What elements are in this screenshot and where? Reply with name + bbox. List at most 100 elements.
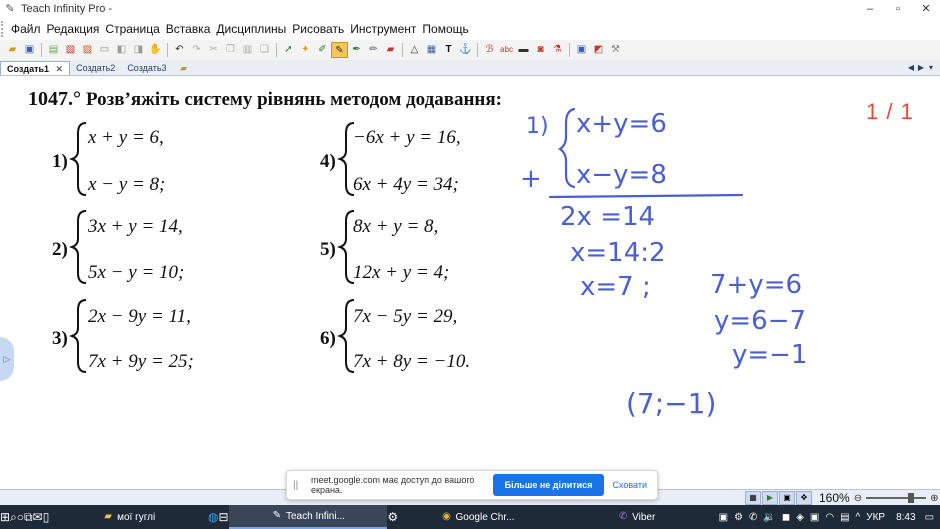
clock[interactable]: 8:43 xyxy=(896,512,915,523)
teach-infinity-window: ✎ Teach Infinity Pro - – ▫ ✕ Файл Редакц… xyxy=(0,0,940,529)
ink-brace xyxy=(558,107,576,189)
mail-icon[interactable]: ✉ xyxy=(33,505,43,529)
taskbar-app-viber[interactable]: ✆ Viber xyxy=(557,505,716,529)
edge-icon[interactable]: ◍ xyxy=(208,505,218,529)
chrome-icon: ◉ xyxy=(442,511,451,522)
exercise-number: 1047.° xyxy=(28,88,81,110)
tray-app-icon[interactable]: ▣ xyxy=(719,512,728,523)
taskbar-app-label: Viber xyxy=(632,511,656,523)
equation: 7x + 8y = −10. xyxy=(353,351,470,372)
system-brace xyxy=(336,299,355,373)
zoom-in-icon[interactable]: ⊕ xyxy=(930,493,938,504)
gear-app-icon[interactable]: ⚙ xyxy=(387,505,398,529)
minimize-button[interactable]: – xyxy=(856,0,884,18)
tab-list-icon[interactable]: ▾ xyxy=(926,61,936,75)
zoom-slider[interactable] xyxy=(866,493,927,503)
tab-navigation: ◀ ▶ ▾ xyxy=(906,61,940,75)
wifi-icon[interactable]: ◠ xyxy=(825,512,834,523)
stop-sharing-button[interactable]: Більше не ділитися xyxy=(492,474,605,496)
folder-icon: ▰ xyxy=(104,511,112,522)
equation: x − y = 8; xyxy=(87,174,165,195)
tray-settings-icon[interactable]: ⚙ xyxy=(734,512,743,523)
ink-x-value: x=7 ; xyxy=(580,272,651,302)
tray-app-icon[interactable]: ◈ xyxy=(796,512,804,523)
maximize-button[interactable]: ▫ xyxy=(884,0,912,18)
zoom-out-icon[interactable]: ⊖ xyxy=(854,493,862,504)
task-view-icon[interactable]: ⧉ xyxy=(24,505,33,529)
screen-recorder-icon[interactable]: ◙ xyxy=(532,42,549,58)
tray-app-icon[interactable]: ◼ xyxy=(782,512,790,523)
system-brace xyxy=(336,210,355,284)
flask-icon[interactable]: ⚗ xyxy=(549,42,566,58)
equation: 3x + y = 14, xyxy=(87,216,183,237)
notepad-icon[interactable]: ▯ xyxy=(43,505,50,529)
problem-number: 5) xyxy=(320,239,336,260)
tray-viber-icon[interactable]: ✆ xyxy=(749,512,757,523)
settings-tool-icon[interactable]: ⚒ xyxy=(607,42,624,58)
windows-start-icon[interactable]: ⊞ xyxy=(0,505,10,529)
page-counter: 1 / 1 xyxy=(866,99,914,124)
fullscreen-icon[interactable]: ✥ xyxy=(796,491,812,505)
ink-answer: (7;−1) xyxy=(626,387,716,420)
zoom-level: 160% xyxy=(819,491,850,505)
screenshot-icon[interactable]: ▣ xyxy=(573,42,590,58)
ink-sum-underline xyxy=(548,193,744,199)
ink-equation: x+y=6 xyxy=(576,109,667,139)
equation: 5x − y = 10; xyxy=(88,262,184,283)
fit-page-icon[interactable]: ▣ xyxy=(779,491,795,505)
view-thumbnails-icon[interactable]: ▦ xyxy=(745,491,761,505)
screen-share-notification: || meet.google.com має доступ до вашого … xyxy=(286,470,658,500)
search-icon[interactable]: ⌕ xyxy=(10,505,17,529)
cortana-icon[interactable]: ○ xyxy=(17,505,24,529)
language-indicator[interactable]: УКР xyxy=(866,512,885,523)
ink-division: x=14:2 xyxy=(570,238,666,268)
system-tray: ▣ ⚙ ✆ 🔉 ◼ ◈ ▣ ◠ ▤ ^ УКР 8:43 ▭ xyxy=(716,512,940,523)
equation: 7x + 9y = 25; xyxy=(88,351,194,372)
ink-sum-line: 2x =14 xyxy=(560,202,655,232)
taskbar-app-label: Google Chr... xyxy=(455,511,515,523)
equation: 2x − 9y = 11, xyxy=(88,306,191,327)
textbook-excerpt: 1047.° Розв’яжіть систему рівнянь методо… xyxy=(0,0,520,389)
equation: 6x + 4y = 34; xyxy=(353,174,459,195)
volume-icon[interactable]: 🔉 xyxy=(763,512,775,523)
taskbar-app-label: Teach Infini... xyxy=(286,510,345,522)
equation: x + y = 6, xyxy=(87,127,164,148)
exercise-instruction: Розв’яжіть систему рівнянь методом додав… xyxy=(86,89,502,110)
store-icon[interactable]: ⊟ xyxy=(219,505,229,529)
ink-plus-sign: + xyxy=(520,164,542,194)
viber-icon: ✆ xyxy=(618,511,628,522)
equation: 8x + y = 8, xyxy=(353,216,438,237)
ink-label: 1) xyxy=(526,114,549,139)
tray-app-icon[interactable]: ▣ xyxy=(810,512,819,523)
system-brace xyxy=(68,122,87,196)
zoom-slider-thumb[interactable] xyxy=(908,493,915,503)
tab-scroll-right-icon[interactable]: ▶ xyxy=(916,61,926,75)
taskbar-app-folder[interactable]: ▰ мої гуглі xyxy=(49,505,208,529)
problem-number: 6) xyxy=(320,328,336,349)
hide-button[interactable]: Сховати xyxy=(612,480,647,490)
play-icon[interactable]: ▶ xyxy=(762,491,778,505)
equation: 12x + y = 4; xyxy=(353,262,449,283)
drag-handle-icon[interactable]: || xyxy=(293,480,303,491)
system-brace xyxy=(68,210,87,284)
close-button[interactable]: ✕ xyxy=(912,0,940,18)
equation: −6x + y = 16, xyxy=(353,127,461,148)
textbook-svg: 1047.° Розв’яжіть систему рівнянь методо… xyxy=(28,88,502,373)
ink-y-value: y=−1 xyxy=(732,340,808,370)
teach-infinity-icon: ✎ xyxy=(272,510,282,521)
screen-capture-icon[interactable]: ◩ xyxy=(590,42,607,58)
notifications-icon[interactable]: ▭ xyxy=(925,512,934,523)
handwritten-solution: 1) x+y=6 + x−y=8 2x =14 x=14:2 x=7 ; 7+y… xyxy=(510,95,860,435)
share-message: meet.google.com має доступ до вашого екр… xyxy=(311,475,475,495)
show-hidden-icons-icon[interactable]: ^ xyxy=(856,512,861,523)
ink-equation: x−y=8 xyxy=(576,160,667,190)
taskbar-app-label: мої гуглі xyxy=(117,511,156,523)
ink-substitution: 7+y=6 xyxy=(710,270,802,300)
window-controls: – ▫ ✕ xyxy=(856,0,940,18)
ink-y-step: y=6−7 xyxy=(714,306,806,336)
taskbar-app-teach-infinity[interactable]: ✎ Teach Infini... xyxy=(228,505,388,529)
tab-scroll-left-icon[interactable]: ◀ xyxy=(906,61,916,75)
taskbar-app-chrome[interactable]: ◉ Google Chr... xyxy=(398,505,557,529)
problem-number: 3) xyxy=(52,328,68,349)
tray-app-icon[interactable]: ▤ xyxy=(840,512,849,523)
